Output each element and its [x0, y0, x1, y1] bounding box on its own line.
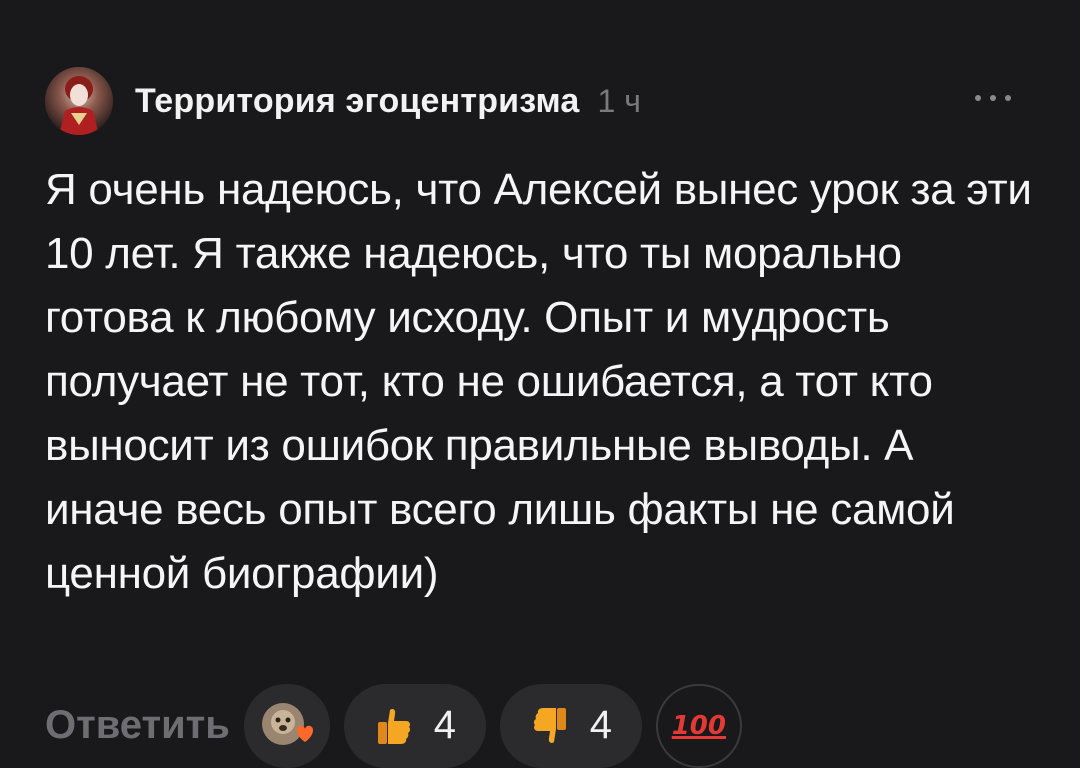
hundred-points-icon: 100: [671, 710, 726, 741]
more-icon[interactable]: [975, 88, 1011, 108]
thumbs-down-icon: [533, 707, 566, 743]
author-name[interactable]: Территория эгоцентризма: [135, 82, 580, 121]
likes-count: 4: [433, 703, 456, 747]
thumbs-up-icon: [377, 708, 410, 744]
comment-header: Территория эгоцентризма 1 ч: [45, 66, 1015, 136]
comment-time: 1 ч: [597, 82, 641, 119]
add-reaction-button[interactable]: [243, 683, 330, 768]
hundred-reaction-button[interactable]: 100: [655, 683, 742, 768]
reaction-avatar-heart-icon: [261, 702, 313, 745]
author-avatar[interactable]: [45, 67, 113, 135]
like-button[interactable]: 4: [343, 683, 486, 768]
dislikes-count: 4: [589, 703, 612, 747]
comment-actions: Ответить 4 4 100: [45, 683, 756, 768]
comment-text: Я очень надеюсь, что Алексей вынес урок …: [45, 165, 1032, 598]
dislike-button[interactable]: 4: [499, 683, 642, 768]
reply-button[interactable]: Ответить: [45, 703, 230, 748]
